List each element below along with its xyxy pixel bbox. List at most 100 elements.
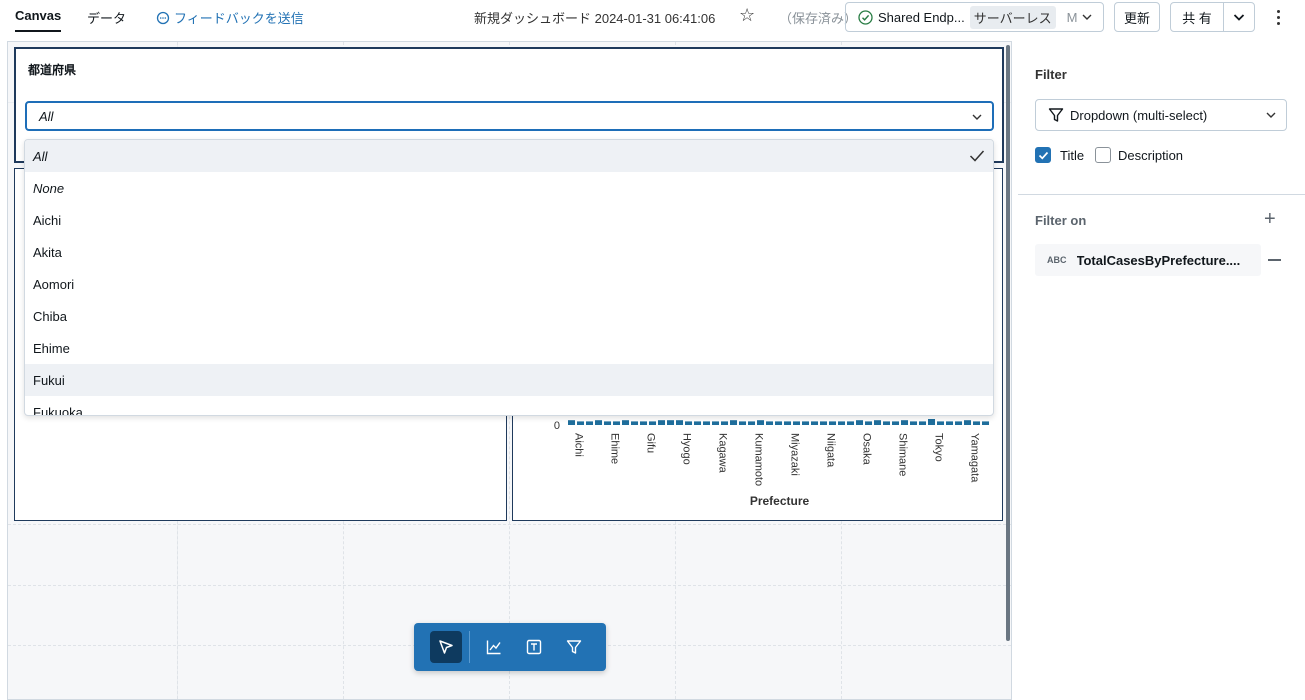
x-tick-label: Kagawa [717,433,729,474]
visualization-icon [486,640,501,655]
option-label: Chiba [33,308,67,324]
bar-hiroshima [658,420,666,425]
top-bar: Canvas データ フィードバックを送信 新規ダッシュボード 2024-01-… [0,0,1305,34]
title-checkbox[interactable] [1035,147,1051,163]
bar-ehime [604,421,612,425]
bar-kyoto [757,420,765,425]
bar-ibaraki [685,421,693,425]
bar-miyazaki [784,421,792,425]
option-fukuoka[interactable]: Fukuoka [25,396,993,416]
x-tick-label: Osaka [861,433,873,466]
bar-kochi [739,421,747,425]
option-aomori[interactable]: Aomori [25,268,993,300]
feedback-link[interactable]: フィードバックを送信 [156,8,304,27]
bar-saga [865,421,873,425]
option-aichi[interactable]: Aichi [25,204,993,236]
bar-niigata [820,421,828,425]
bar-yamanashi [982,421,990,425]
select-tool-button[interactable] [430,631,462,663]
tab-data[interactable]: データ [87,8,126,27]
bar-wakayama [955,421,963,425]
bar-oita [829,421,837,425]
warehouse-size: M [1066,9,1078,25]
check-circle-icon [858,9,873,25]
chevron-down-icon [1082,14,1092,20]
bar-hyogo [676,420,684,425]
bar-shimane [892,421,900,425]
chevron-down-icon [1233,14,1245,21]
option-label: All [33,148,48,164]
x-tick-label: Shimane [897,433,909,476]
refresh-button[interactable]: 更新 [1114,2,1160,32]
canvas-toolbar [414,623,606,671]
filter-field-chip[interactable]: ABC TotalCasesByPrefecture.... [1035,244,1261,276]
filter-config-panel: Filter Dropdown (multi-select) Title Des… [1018,48,1305,700]
filter-type-select[interactable]: Dropdown (multi-select) [1035,99,1287,131]
bar-toyama [946,421,954,425]
bar-kumamoto [748,421,756,425]
minus-icon[interactable] [1268,259,1281,261]
plus-icon[interactable]: + [1264,208,1276,230]
bar-kagawa [712,421,720,425]
bar-tokyo [928,419,936,425]
x-tick-label: Gifu [645,433,657,453]
filter-options-list: All None Aichi Akita Aomori Chiba Ehime … [24,139,994,416]
bar-fukui [613,421,621,425]
grid-line [8,585,1011,586]
option-label: None [33,180,65,196]
star-icon[interactable]: ☆ [739,5,755,25]
bar-kagoshima [721,421,729,425]
option-none[interactable]: None [25,172,993,204]
bar-ishikawa [694,421,702,425]
share-menu-button[interactable] [1224,3,1254,31]
x-tick-label: Kumamoto [753,433,765,486]
option-label: Aichi [33,212,62,228]
string-type-icon: ABC [1047,255,1067,265]
add-text-button[interactable] [518,631,550,663]
filter-on-label: Filter on [1035,213,1087,228]
bar-chiba [595,420,603,425]
feedback-label: フィードバックを送信 [174,11,304,26]
add-visualization-button[interactable] [478,631,510,663]
x-tick-label: Yamagata [969,433,981,483]
option-akita[interactable]: Akita [25,236,993,268]
bar-hokkaido [667,420,675,425]
option-chiba[interactable]: Chiba [25,300,993,332]
option-label: Fukui [33,372,65,388]
chevron-down-icon [972,114,982,120]
warehouse-selector[interactable]: Shared Endp... サーバーレス M [845,2,1104,32]
add-filter-button[interactable] [558,631,590,663]
filter-dropdown[interactable]: All [25,101,994,131]
grid-line [8,524,1011,525]
warehouse-type-badge: サーバーレス [969,5,1056,29]
bar-okinawa [847,421,855,425]
description-checkbox[interactable] [1095,147,1111,163]
bar-fukushima [631,421,639,425]
share-button[interactable]: 共 有 [1171,3,1224,31]
filter-field-name: TotalCasesByPrefecture.... [1076,252,1241,268]
x-tick-label: Niigata [825,433,837,468]
canvas-scrollbar[interactable] [1006,45,1010,641]
more-options-icon[interactable] [1270,6,1286,28]
bar-gunma [649,421,657,425]
option-fukui[interactable]: Fukui [25,364,993,396]
y-tick-label: 0 [554,420,560,432]
filter-icon [1048,108,1064,122]
filter-icon [566,640,582,654]
bar-shiga [883,421,891,425]
bar-yamaguchi [973,421,981,425]
x-tick-label: Ehime [609,433,621,464]
bar-fukuoka [622,420,630,425]
chat-bubble-icon [156,11,170,24]
option-ehime[interactable]: Ehime [25,332,993,364]
toolbar-divider [469,631,470,663]
dashboard-title[interactable]: 新規ダッシュボード 2024-01-31 06:41:06 [474,8,715,27]
chevron-down-icon [1266,112,1276,118]
option-label: Akita [33,244,62,260]
x-tick-label: Hyogo [681,433,693,465]
option-all[interactable]: All [25,140,993,172]
select-icon [439,640,453,654]
filter-widget-title: 都道府県 [28,63,77,77]
tab-canvas[interactable]: Canvas [15,8,62,32]
option-label: Fukuoka [33,404,83,416]
